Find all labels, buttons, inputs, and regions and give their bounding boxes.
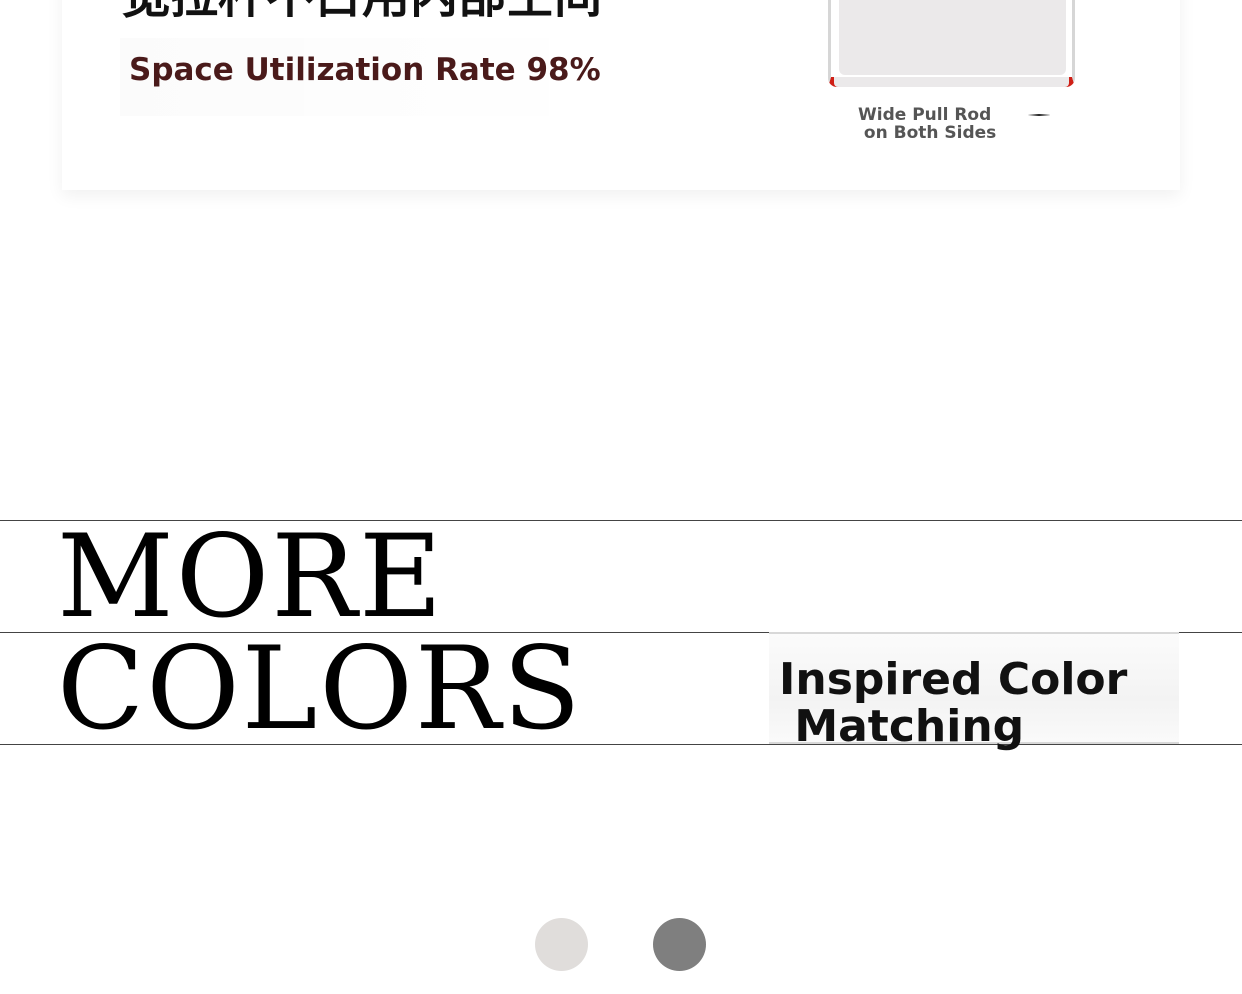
feature-headline-cn: 宽拉杆不占用内部空间 xyxy=(122,0,742,25)
inspired-color-tagline: Inspired Color Matching xyxy=(779,654,1128,752)
color-swatch-light-gray[interactable] xyxy=(535,918,588,971)
space-utilization-text: Space Utilization Rate 98% xyxy=(129,52,601,88)
luggage-base xyxy=(834,77,1069,87)
color-swatch-dark-gray[interactable] xyxy=(653,918,706,971)
pointer-line-icon xyxy=(1028,114,1050,116)
luggage-interior xyxy=(839,0,1066,75)
pull-rod-label: Wide Pull Rod on Both Sides xyxy=(858,105,997,143)
more-heading: MORE xyxy=(57,510,445,643)
colors-heading: COLORS xyxy=(57,622,583,755)
